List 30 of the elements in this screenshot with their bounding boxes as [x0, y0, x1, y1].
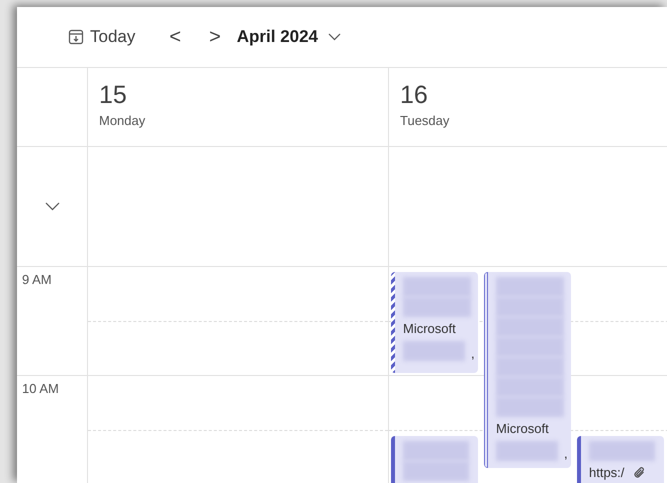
blurred-text	[496, 277, 564, 297]
calendar-event[interactable]: Microsoft ,	[391, 272, 478, 373]
blurred-text	[589, 440, 655, 460]
time-label: 9 AM	[21, 271, 52, 287]
blurred-text	[496, 441, 558, 461]
weekday-label: Tuesday	[400, 113, 450, 128]
previous-button[interactable]: <	[165, 24, 186, 50]
today-button[interactable]: Today	[64, 25, 140, 49]
weekday-label: Monday	[99, 113, 146, 128]
chevron-down-icon	[328, 33, 342, 41]
event-text: ,	[471, 346, 475, 361]
event-text: Microsoft	[496, 420, 549, 438]
blurred-text	[403, 297, 471, 317]
blurred-text	[496, 397, 564, 417]
blurred-text	[403, 341, 465, 361]
blurred-text	[403, 440, 469, 460]
event-text: https:/	[589, 464, 624, 482]
day-number: 15	[99, 80, 128, 110]
chevron-down-icon[interactable]	[44, 202, 60, 211]
month-picker[interactable]: April 2024	[232, 25, 346, 49]
event-text: Microsoft	[403, 320, 456, 338]
time-label: 10 AM	[21, 380, 59, 396]
calendar-event[interactable]: Microsoft ,	[484, 272, 571, 468]
calendar-icon	[68, 29, 84, 45]
calendar-event[interactable]: https:/	[577, 436, 664, 483]
event-text: ,	[564, 446, 568, 461]
next-button[interactable]: >	[205, 24, 225, 50]
day-number: 16	[400, 80, 429, 110]
blurred-text	[403, 277, 471, 297]
blurred-text	[403, 460, 469, 480]
